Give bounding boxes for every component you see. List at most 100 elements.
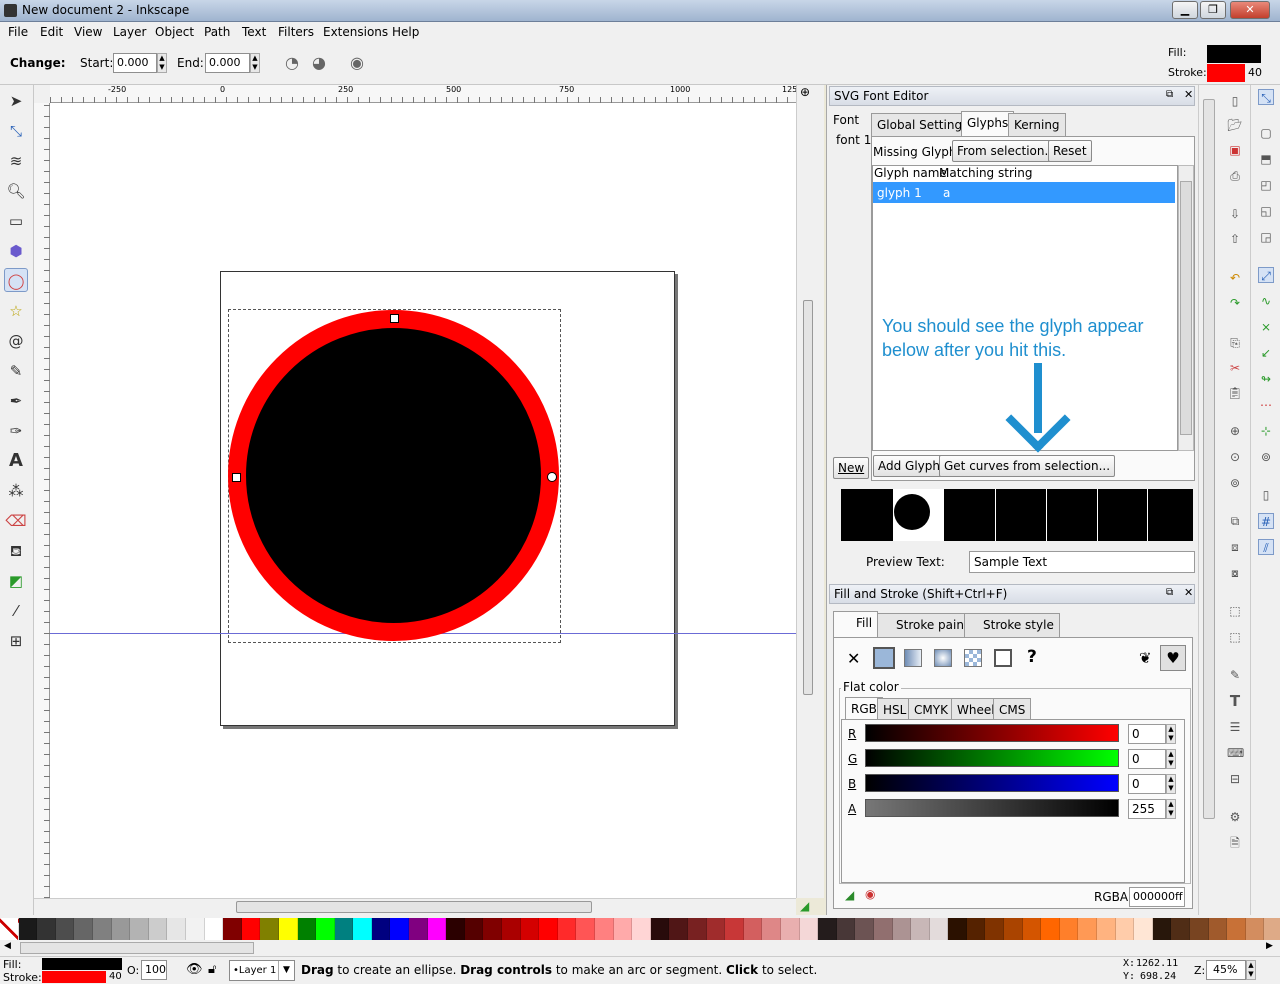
- undo-icon[interactable]: ↶: [1227, 270, 1243, 286]
- star-tool-icon[interactable]: ☆: [4, 299, 28, 323]
- r-slider[interactable]: [865, 724, 1119, 742]
- unlink-clone-icon[interactable]: ⧇: [1227, 565, 1243, 581]
- snap-bbox-corner-icon[interactable]: ◰: [1258, 177, 1274, 193]
- palette-swatch[interactable]: [483, 918, 503, 940]
- panel-close-icon[interactable]: ✕: [1184, 586, 1193, 599]
- bucket-tool-icon[interactable]: ⛾: [4, 539, 28, 563]
- palette-swatch[interactable]: [743, 918, 763, 940]
- palette-swatch[interactable]: [241, 918, 261, 940]
- tab-fill[interactable]: Fill: [833, 611, 879, 637]
- zoom-selection-icon[interactable]: ⊕: [1227, 423, 1243, 439]
- a-spinner[interactable]: ▲ ▼: [1166, 799, 1176, 819]
- fill-rule-evenodd-icon[interactable]: ❦: [1139, 649, 1152, 667]
- palette-swatch[interactable]: [446, 918, 465, 940]
- snap-cusp-icon[interactable]: ↙: [1258, 345, 1274, 361]
- a-slider[interactable]: [865, 799, 1119, 817]
- snap-bbox-center-icon[interactable]: ◲: [1258, 229, 1274, 245]
- preferences-icon[interactable]: ⚙: [1227, 809, 1243, 825]
- palette-swatch[interactable]: [18, 918, 38, 940]
- add-glyph-button[interactable]: Add Glyph: [873, 455, 946, 477]
- palette-swatch[interactable]: [1190, 918, 1209, 940]
- snap-midpoint-icon[interactable]: ⋯: [1258, 397, 1274, 413]
- clone-icon[interactable]: ⧈: [1227, 539, 1243, 555]
- palette-swatch[interactable]: [223, 918, 242, 940]
- snap-bbox-midpoint-icon[interactable]: ◱: [1258, 203, 1274, 219]
- fill-indicator-swatch[interactable]: [1207, 45, 1261, 63]
- duplicate-icon[interactable]: ⧉: [1227, 513, 1243, 529]
- palette-swatch[interactable]: [353, 918, 372, 940]
- palette-swatch[interactable]: [278, 918, 298, 940]
- rectangle-tool-icon[interactable]: ▭: [4, 209, 28, 233]
- get-curves-button[interactable]: Get curves from selection...: [939, 455, 1116, 477]
- palette-swatch[interactable]: [427, 918, 447, 940]
- palette-swatch[interactable]: [818, 918, 837, 940]
- glyph-name-column-header[interactable]: Glyph name: [874, 166, 947, 180]
- selected-ellipse[interactable]: [228, 310, 559, 641]
- palette-swatch[interactable]: [762, 918, 781, 940]
- status-stroke-width[interactable]: 40: [109, 971, 122, 982]
- palette-swatch[interactable]: [1264, 918, 1280, 940]
- status-fill-swatch[interactable]: [42, 958, 122, 970]
- palette-swatch[interactable]: [371, 918, 391, 940]
- copy-icon[interactable]: ⎘: [1227, 335, 1243, 351]
- stroke-indicator-swatch[interactable]: [1207, 64, 1245, 82]
- palette-swatch[interactable]: [148, 918, 168, 940]
- tab-kerning[interactable]: Kerning: [1008, 113, 1066, 137]
- snap-smooth-icon[interactable]: ↬: [1258, 371, 1274, 387]
- snap-enable-icon[interactable]: ⤡: [1258, 89, 1274, 105]
- end-input[interactable]: 0.000: [205, 53, 250, 73]
- palette-swatch[interactable]: [632, 918, 651, 940]
- palette-swatch[interactable]: [557, 918, 577, 940]
- menu-extensions[interactable]: Extensions: [323, 25, 388, 39]
- group-icon[interactable]: ⬚: [1227, 603, 1243, 619]
- palette-swatch[interactable]: [687, 918, 707, 940]
- tab-cmyk[interactable]: CMYK: [908, 698, 954, 720]
- g-value-input[interactable]: 0: [1128, 749, 1166, 769]
- horizontal-ruler[interactable]: -250 0 250 500 750 1000 125: [50, 85, 797, 103]
- snap-rotation-center-icon[interactable]: ⊚: [1258, 449, 1274, 465]
- palette-swatch[interactable]: [836, 918, 856, 940]
- menu-view[interactable]: View: [74, 25, 102, 39]
- menu-help[interactable]: Help: [392, 25, 419, 39]
- gradient-tool-icon[interactable]: ◩: [4, 569, 28, 593]
- palette-swatch[interactable]: [409, 918, 428, 940]
- node-tool-icon[interactable]: ⤡: [4, 119, 28, 143]
- palette-swatch[interactable]: [929, 918, 949, 940]
- start-input[interactable]: 0.000: [113, 53, 157, 73]
- palette-swatch[interactable]: [1059, 918, 1079, 940]
- glyph-name-cell[interactable]: glyph 1: [877, 186, 922, 200]
- palette-swatch[interactable]: [111, 918, 131, 940]
- palette-swatch[interactable]: [966, 918, 986, 940]
- palette-swatch[interactable]: [539, 918, 558, 940]
- dock-scroll-thumb[interactable]: [1203, 99, 1215, 819]
- text-font-dialog-icon[interactable]: T: [1227, 693, 1243, 709]
- color-managed-icon[interactable]: ◢: [845, 888, 854, 902]
- palette-swatch[interactable]: [576, 918, 595, 940]
- palette-swatch[interactable]: [297, 918, 317, 940]
- ellipse-ry-handle[interactable]: [390, 314, 399, 323]
- menu-filters[interactable]: Filters: [278, 25, 314, 39]
- switch-to-arc-icon[interactable]: ◕: [312, 53, 326, 72]
- dropper-tool-icon[interactable]: ⁄: [4, 599, 28, 623]
- palette-swatch[interactable]: [92, 918, 112, 940]
- maximize-button[interactable]: ❐: [1200, 1, 1226, 19]
- fill-rule-nonzero-icon[interactable]: ♥: [1160, 645, 1186, 671]
- new-document-icon[interactable]: ▯: [1227, 93, 1243, 109]
- import-icon[interactable]: ⇩: [1227, 206, 1243, 222]
- chevron-down-icon[interactable]: ▼: [278, 961, 294, 980]
- snap-bbox-edge-icon[interactable]: ⬒: [1258, 151, 1274, 167]
- palette-swatch[interactable]: [799, 918, 819, 940]
- tweak-tool-icon[interactable]: ≋: [4, 149, 28, 173]
- xml-editor-icon[interactable]: ⌨: [1227, 745, 1244, 761]
- palette-scroll-left-icon[interactable]: ◀: [4, 941, 11, 951]
- palette-swatch[interactable]: [725, 918, 744, 940]
- end-spinner[interactable]: ▲ ▼: [250, 53, 260, 73]
- palette-swatch[interactable]: [613, 918, 633, 940]
- r-spinner[interactable]: ▲ ▼: [1166, 724, 1176, 744]
- eraser-tool-icon[interactable]: ⌫: [4, 509, 28, 533]
- palette-swatch[interactable]: [1171, 918, 1190, 940]
- palette-swatch[interactable]: [892, 918, 912, 940]
- selector-tool-icon[interactable]: ➤: [4, 89, 28, 113]
- align-distribute-icon[interactable]: ⊟: [1227, 771, 1243, 787]
- spiral-tool-icon[interactable]: @: [4, 329, 28, 353]
